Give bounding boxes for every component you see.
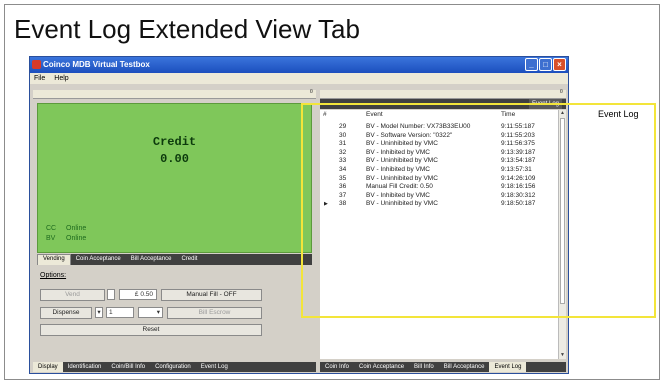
menu-bar: File Help xyxy=(30,73,568,84)
status-state-bv: Online xyxy=(66,235,87,242)
status-code-bv: BV xyxy=(46,235,56,242)
options-group: Options: Vend £ 0.50 Manual Fill - OFF D… xyxy=(37,269,312,357)
scroll-down-icon[interactable]: ▼ xyxy=(559,352,566,359)
main-tabs: Display Identification Coin/Bill Info Co… xyxy=(33,362,316,372)
status-code-cc: CC xyxy=(46,225,57,232)
dispense-dropdown[interactable]: ▾ xyxy=(95,307,103,318)
event-log-callout-box xyxy=(301,103,656,318)
menu-help[interactable]: Help xyxy=(54,73,68,84)
tab-bill-info[interactable]: Bill Info xyxy=(409,362,439,372)
coin-select[interactable]: ▾ xyxy=(138,307,163,318)
window-titlebar: Coinco MDB Virtual Testbox _ □ × xyxy=(30,57,568,73)
window-controls: _ □ × xyxy=(525,58,566,72)
minimize-icon[interactable]: _ xyxy=(525,58,538,71)
close-icon[interactable]: × xyxy=(553,58,566,71)
vend-dropdown[interactable] xyxy=(107,289,115,300)
tab-configuration[interactable]: Configuration xyxy=(150,362,196,372)
tab-identification[interactable]: Identification xyxy=(63,362,107,372)
tab-coin-acceptance-info[interactable]: Coin Acceptance xyxy=(354,362,409,372)
info-tabs: Coin Info Coin Acceptance Bill Info Bill… xyxy=(320,362,566,372)
credit-value: 0.00 xyxy=(160,152,189,166)
dispense-qty-select[interactable]: 1 xyxy=(106,307,134,318)
callout-label: Event Log xyxy=(598,109,639,119)
pin-icon[interactable]: ¤ xyxy=(310,89,313,95)
credit-label: Credit xyxy=(152,135,197,149)
tab-display[interactable]: Display xyxy=(33,362,63,372)
right-panel-header: ¤ xyxy=(320,89,566,99)
credit-display: Credit 0.00 CC Online BV Online xyxy=(37,103,312,253)
tab-event-log-extended[interactable]: Event Log xyxy=(489,362,527,372)
pin-icon[interactable]: ¤ xyxy=(560,89,563,95)
left-panel-header: ¤ xyxy=(33,89,316,99)
tab-bill-acceptance[interactable]: Bill Acceptance xyxy=(126,254,177,265)
status-state-cc: Online xyxy=(66,225,87,232)
price-field[interactable]: £ 0.50 xyxy=(119,289,157,300)
slide-title: Event Log Extended View Tab xyxy=(14,14,360,44)
tab-event-log[interactable]: Event Log xyxy=(196,362,233,372)
maximize-icon[interactable]: □ xyxy=(539,58,552,71)
tab-bill-acceptance-info[interactable]: Bill Acceptance xyxy=(439,362,490,372)
window-title: Coinco MDB Virtual Testbox xyxy=(43,60,150,69)
dispense-button[interactable]: Dispense xyxy=(40,307,92,319)
tab-credit[interactable]: Credit xyxy=(176,254,202,265)
tab-coin-info[interactable]: Coin Info xyxy=(320,362,354,372)
display-tabs: Vending Coin Acceptance Bill Acceptance … xyxy=(37,254,312,265)
tab-coin-bill-info[interactable]: Coin/Bill Info xyxy=(106,362,150,372)
left-panel: ¤ Credit 0.00 CC Online BV Online Vendin… xyxy=(33,89,316,372)
options-label: Options: xyxy=(40,272,67,279)
vend-button[interactable]: Vend xyxy=(40,289,105,301)
bill-escrow-button[interactable]: Bill Escrow xyxy=(167,307,262,319)
reset-button[interactable]: Reset xyxy=(40,324,262,336)
manual-fill-button[interactable]: Manual Fill - OFF xyxy=(161,289,262,301)
app-icon xyxy=(32,60,41,69)
menu-file[interactable]: File xyxy=(34,73,45,84)
tab-coin-acceptance[interactable]: Coin Acceptance xyxy=(71,254,126,265)
tab-vending[interactable]: Vending xyxy=(37,254,71,265)
